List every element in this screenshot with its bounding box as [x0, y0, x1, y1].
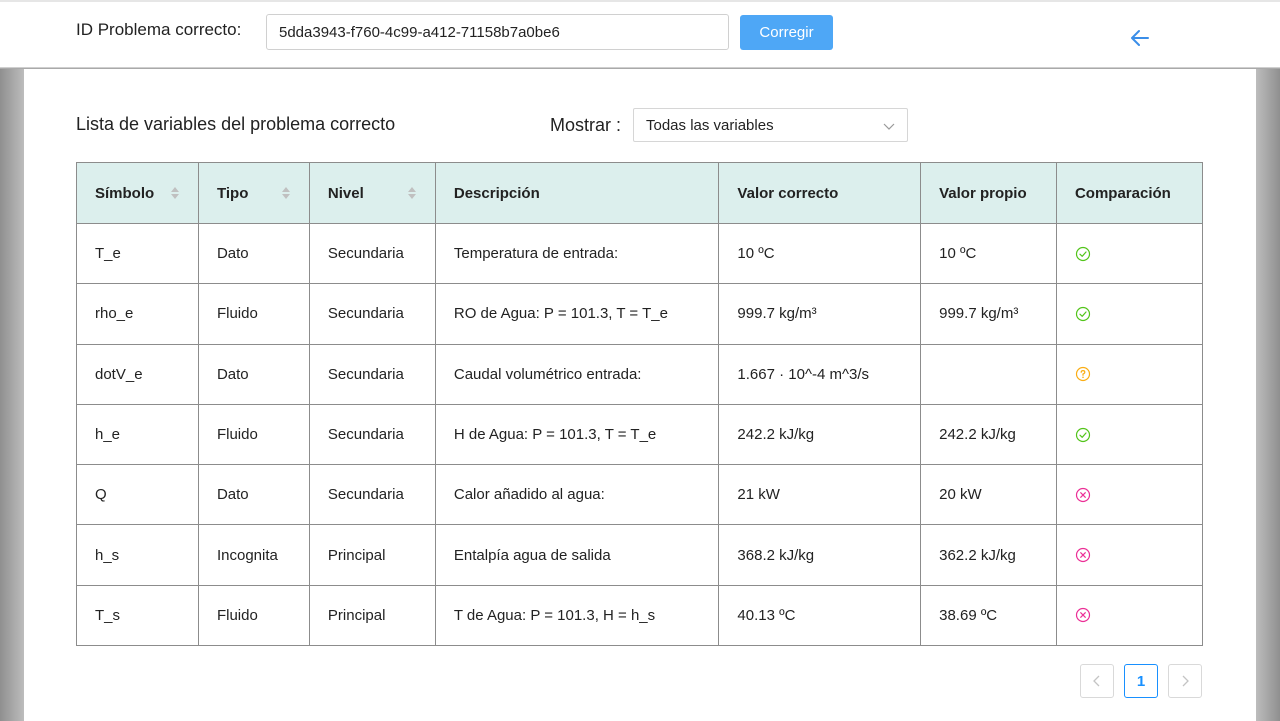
cell-description: Entalpía agua de salida — [434, 524, 720, 586]
variables-panel: Lista de variables del problema correcto… — [24, 69, 1256, 721]
table-header-row: Símbolo Tipo Nivel Descripción Valor cor… — [76, 162, 1204, 224]
cell-correct-value: 242.2 kJ/kg — [718, 403, 922, 466]
variables-table: Símbolo Tipo Nivel Descripción Valor cor… — [76, 162, 1204, 647]
cell-level: Secundaria — [308, 222, 436, 285]
cell-description: Calor añadido al agua: — [434, 464, 720, 526]
cell-level: Secundaria — [308, 464, 436, 526]
cell-symbol: Q — [76, 464, 199, 526]
cell-symbol: rho_e — [76, 283, 199, 345]
cell-level: Secundaria — [308, 283, 436, 345]
cell-own-value: 999.7 kg/m³ — [920, 283, 1057, 345]
cell-symbol: T_e — [76, 222, 199, 285]
column-header-own-value: Valor propio — [920, 162, 1057, 224]
table-row: T_s Fluido Principal T de Agua: P = 101.3, … — [76, 584, 1204, 647]
problem-id-label: ID Problema correcto: — [76, 20, 242, 39]
show-filter-select[interactable]: Todas las variables — [633, 108, 908, 142]
table-row: h_s Incognita Principal Entalpía agua de sa… — [76, 524, 1204, 586]
table-row: rho_e Fluido Secundaria RO de Agua: P = 101… — [76, 283, 1204, 345]
pagination-prev-button[interactable] — [1080, 664, 1114, 698]
cell-type: Fluido — [197, 584, 310, 647]
cell-description: T de Agua: P = 101.3, H = h_s — [434, 584, 720, 647]
cell-symbol: h_e — [76, 403, 199, 466]
sort-icon[interactable] — [170, 185, 180, 201]
top-bar: ID Problema correcto: Corregir — [0, 0, 1280, 68]
cell-own-value: 10 ºC — [920, 222, 1057, 285]
cell-correct-value: 40.13 ºC — [718, 584, 922, 647]
check-circle-icon — [1075, 306, 1091, 322]
cell-symbol: dotV_e — [76, 343, 199, 405]
cell-level: Principal — [308, 524, 436, 586]
fix-button[interactable]: Corregir — [740, 15, 833, 50]
cell-type: Dato — [197, 464, 310, 526]
arrow-left-icon[interactable] — [1128, 26, 1152, 50]
cell-level: Secundaria — [308, 343, 436, 405]
table-row: h_e Fluido Secundaria H de Agua: P = 101.3,… — [76, 403, 1204, 466]
chevron-left-icon — [1093, 675, 1100, 687]
cell-type: Fluido — [197, 403, 310, 466]
cell-description: H de Agua: P = 101.3, T = T_e — [434, 403, 720, 466]
close-circle-icon — [1075, 608, 1091, 623]
column-header-correct-value: Valor correcto — [718, 162, 922, 224]
show-filter-value: Todas las variables — [646, 116, 774, 134]
column-header-comparison: Comparación — [1055, 162, 1204, 224]
show-filter-label: Mostrar : — [550, 115, 622, 135]
cell-description: Caudal volumétrico entrada: — [434, 343, 720, 405]
cell-correct-value: 1.667 · 10^-4 m^3/s — [718, 343, 922, 405]
cell-comparison — [1055, 343, 1204, 405]
column-header-symbol[interactable]: Símbolo — [76, 162, 199, 224]
cell-correct-value: 21 kW — [718, 464, 922, 526]
cell-own-value: 20 kW — [920, 464, 1057, 526]
cell-correct-value: 368.2 kJ/kg — [718, 524, 922, 586]
table-body: T_e Dato Secundaria Temperatura de entrada:… — [76, 222, 1204, 647]
cell-symbol: T_s — [76, 584, 199, 647]
table-row: T_e Dato Secundaria Temperatura de entrada:… — [76, 222, 1204, 285]
table-row: dotV_e Dato Secundaria Caudal volumétrico e… — [76, 343, 1204, 405]
backdrop-left — [0, 69, 24, 721]
cell-type: Fluido — [197, 283, 310, 345]
variables-list-title: Lista de variables del problema correcto — [76, 114, 396, 134]
check-circle-icon — [1075, 246, 1091, 261]
column-header-type[interactable]: Tipo — [197, 162, 310, 224]
cell-type: Dato — [197, 343, 310, 405]
check-circle-icon — [1075, 427, 1091, 442]
table-row: Q Dato Secundaria Calor añadido al agua: 21 … — [76, 464, 1204, 526]
close-circle-icon — [1075, 548, 1091, 563]
pagination-next-button[interactable] — [1168, 664, 1202, 698]
cell-own-value — [920, 343, 1057, 405]
sort-icon[interactable] — [281, 185, 291, 201]
column-header-level[interactable]: Nivel — [308, 162, 436, 224]
cell-comparison — [1055, 283, 1204, 345]
cell-description: RO de Agua: P = 101.3, T = T_e — [434, 283, 720, 345]
cell-own-value: 362.2 kJ/kg — [920, 524, 1057, 586]
sort-icon[interactable] — [407, 185, 417, 201]
cell-comparison — [1055, 222, 1204, 285]
backdrop-right — [1256, 69, 1280, 721]
problem-id-input[interactable] — [266, 14, 729, 50]
cell-own-value: 38.69 ºC — [920, 584, 1057, 647]
cell-comparison — [1055, 403, 1204, 466]
cell-own-value: 242.2 kJ/kg — [920, 403, 1057, 466]
cell-level: Secundaria — [308, 403, 436, 466]
cell-symbol: h_s — [76, 524, 199, 586]
cell-level: Principal — [308, 584, 436, 647]
cell-correct-value: 999.7 kg/m³ — [718, 283, 922, 345]
cell-type: Incognita — [197, 524, 310, 586]
cell-description: Temperatura de entrada: — [434, 222, 720, 285]
chevron-right-icon — [1182, 675, 1189, 687]
cell-comparison — [1055, 584, 1204, 647]
cell-correct-value: 10 ºC — [718, 222, 922, 285]
column-header-description: Descripción — [434, 162, 720, 224]
cell-comparison — [1055, 464, 1204, 526]
close-circle-icon — [1075, 487, 1091, 502]
cell-comparison — [1055, 524, 1204, 586]
pagination-page-button[interactable]: 1 — [1124, 664, 1158, 698]
chevron-down-icon — [883, 123, 895, 130]
cell-type: Dato — [197, 222, 310, 285]
question-circle-icon — [1075, 367, 1091, 382]
